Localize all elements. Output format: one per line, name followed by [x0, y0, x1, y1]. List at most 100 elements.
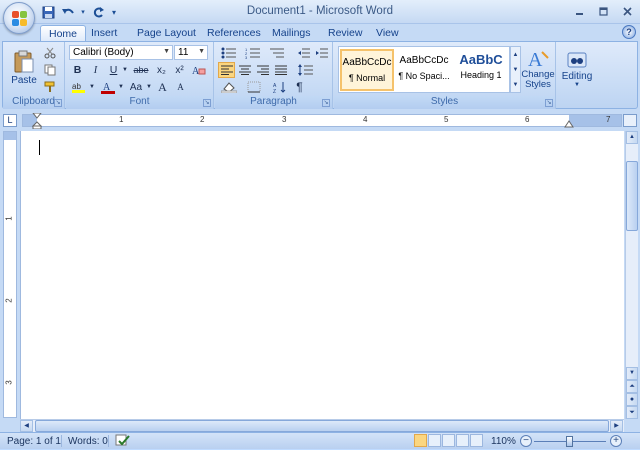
styles-scroll[interactable]: ▲ ▼ ▼ — [510, 46, 521, 93]
scroll-up-icon[interactable]: ▲ — [626, 131, 638, 144]
vertical-scrollbar[interactable]: ▲ ▼ ⏶ ● ⏷ — [625, 131, 638, 419]
subscript-button[interactable]: x₂ — [153, 62, 170, 78]
print-layout-view-icon[interactable] — [414, 434, 427, 447]
scroll-thumb[interactable] — [626, 161, 638, 231]
svg-text:ab: ab — [72, 82, 81, 91]
office-button[interactable] — [3, 2, 35, 34]
style-name: ¶ Normal — [348, 73, 386, 83]
justify-icon[interactable] — [272, 62, 289, 78]
maximize-icon[interactable] — [594, 4, 612, 18]
font-color-icon[interactable]: A — [98, 79, 118, 95]
minimize-icon[interactable] — [570, 4, 588, 18]
font-launcher-icon[interactable]: ↘ — [203, 99, 211, 107]
full-screen-reading-view-icon[interactable] — [428, 434, 441, 447]
draft-view-icon[interactable] — [470, 434, 483, 447]
grow-font-button[interactable]: A — [154, 79, 171, 95]
tab-selector[interactable]: L — [3, 114, 17, 127]
next-page-icon[interactable]: ⏷ — [626, 406, 638, 419]
scroll-left-icon[interactable]: ◀ — [20, 420, 33, 432]
italic-button[interactable]: I — [87, 62, 104, 78]
tab-references[interactable]: References — [199, 25, 269, 41]
svg-text:Z: Z — [273, 89, 276, 93]
change-case-dropdown-icon[interactable]: ▼ — [145, 79, 153, 95]
word-count[interactable]: Words: 0 — [68, 436, 108, 447]
style-normal[interactable]: AaBbCcDc ¶ Normal — [340, 49, 394, 91]
highlight-dropdown-icon[interactable]: ▼ — [88, 79, 96, 95]
tab-insert[interactable]: Insert — [83, 25, 125, 41]
horizontal-scrollbar[interactable]: ◀ ▶ — [20, 419, 624, 432]
vruler-number: 2 — [4, 298, 14, 303]
paragraph-launcher-icon[interactable]: ↘ — [322, 99, 330, 107]
cut-icon[interactable] — [41, 45, 58, 61]
styles-group-label: Styles — [334, 96, 555, 109]
bold-button[interactable]: B — [69, 62, 86, 78]
document-page[interactable] — [20, 131, 624, 419]
ribbon: Paste Clipboard ↘ Calibri (Body) ▼ 11 ▼ — [2, 41, 638, 109]
tab-page-layout[interactable]: Page Layout — [129, 25, 204, 41]
change-case-button[interactable]: Aa — [126, 79, 146, 95]
superscript-button[interactable]: x² — [171, 62, 188, 78]
clipboard-launcher-icon[interactable]: ↘ — [54, 99, 62, 107]
format-painter-icon[interactable] — [41, 79, 58, 95]
borders-icon[interactable] — [243, 79, 265, 95]
zoom-in-icon[interactable]: + — [610, 435, 622, 447]
copy-icon[interactable] — [41, 62, 58, 78]
tab-home[interactable]: Home — [40, 25, 87, 41]
chevron-up-icon[interactable]: ▲ — [513, 52, 519, 58]
font-size-input[interactable]: 11 ▼ — [174, 45, 208, 60]
underline-button[interactable]: U — [105, 62, 122, 78]
shading-icon[interactable] — [218, 79, 240, 95]
shrink-font-button[interactable]: A — [172, 79, 189, 95]
horizontal-ruler[interactable]: 1 2 3 4 5 6 7 — [22, 113, 622, 129]
style-no-spacing[interactable]: AaBbCcDc ¶ No Spaci... — [397, 49, 451, 91]
styles-launcher-icon[interactable]: ↘ — [545, 99, 553, 107]
align-center-icon[interactable] — [236, 62, 253, 78]
tab-mailings[interactable]: Mailings — [264, 25, 319, 41]
align-left-icon[interactable] — [218, 62, 235, 78]
multilevel-list-icon[interactable] — [266, 45, 288, 61]
more-icon[interactable]: ▼ — [513, 82, 519, 88]
hscroll-thumb[interactable] — [35, 420, 609, 432]
paste-button[interactable]: Paste — [9, 45, 39, 91]
underline-dropdown-icon[interactable]: ▼ — [121, 62, 129, 78]
style-sample: AaBbCcDc — [399, 55, 449, 66]
editing-button[interactable]: Editing ▼ — [560, 44, 594, 94]
decrease-indent-icon[interactable] — [295, 45, 312, 61]
previous-page-icon[interactable]: ⏶ — [626, 380, 638, 393]
tab-review[interactable]: Review — [320, 25, 370, 41]
style-heading-1[interactable]: AaBbC Heading 1 — [454, 49, 508, 91]
outline-view-icon[interactable] — [456, 434, 469, 447]
zoom-slider-thumb[interactable] — [566, 436, 573, 447]
chevron-down-icon[interactable]: ▼ — [513, 67, 519, 73]
font-name-input[interactable]: Calibri (Body) ▼ — [69, 45, 173, 60]
change-styles-button[interactable]: A Change Styles — [521, 44, 554, 94]
select-browse-object-icon[interactable]: ● — [626, 393, 638, 406]
zoom-level[interactable]: 110% — [491, 436, 516, 447]
strikethrough-button[interactable]: abe — [131, 62, 151, 78]
font-color-dropdown-icon[interactable]: ▼ — [117, 79, 125, 95]
align-right-icon[interactable] — [254, 62, 271, 78]
increase-indent-icon[interactable] — [313, 45, 330, 61]
help-icon[interactable]: ? — [622, 25, 636, 39]
line-spacing-icon[interactable] — [295, 62, 317, 78]
highlight-icon[interactable]: ab — [69, 79, 89, 95]
clear-formatting-icon[interactable]: A — [189, 62, 209, 78]
scroll-down-icon[interactable]: ▼ — [626, 367, 638, 380]
sort-icon[interactable]: AZ — [271, 79, 288, 95]
show-marks-button[interactable]: ¶ — [291, 79, 308, 95]
tab-view[interactable]: View — [368, 25, 407, 41]
indent-marker-icon[interactable] — [32, 113, 42, 129]
vruler-number: 1 — [4, 216, 14, 221]
scroll-right-icon[interactable]: ▶ — [610, 420, 623, 432]
close-icon[interactable] — [618, 4, 636, 18]
numbering-icon[interactable]: 123 — [242, 45, 264, 61]
zoom-out-icon[interactable]: − — [520, 435, 532, 447]
right-indent-marker-icon[interactable] — [564, 120, 574, 128]
bullets-icon[interactable] — [218, 45, 240, 61]
proofing-icon[interactable] — [115, 434, 131, 450]
vertical-ruler[interactable]: 1 2 3 — [3, 131, 17, 418]
chevron-down-icon: ▼ — [198, 48, 205, 55]
page-count[interactable]: Page: 1 of 1 — [7, 436, 61, 447]
web-layout-view-icon[interactable] — [442, 434, 455, 447]
view-ruler-icon[interactable] — [623, 114, 637, 127]
